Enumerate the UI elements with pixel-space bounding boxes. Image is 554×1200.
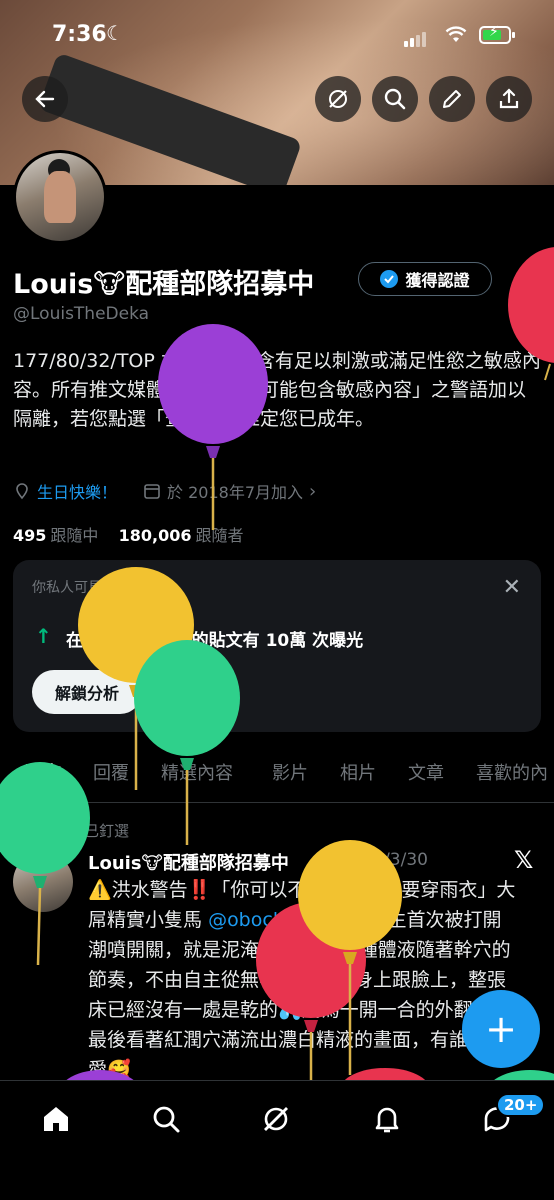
nav-grok[interactable] (258, 1101, 294, 1137)
x-logo-icon: 𝕏 (514, 846, 534, 874)
share-icon (499, 88, 519, 109)
unlock-analytics-button[interactable]: 解鎖分析 (32, 670, 142, 714)
search-button[interactable] (372, 76, 418, 122)
bottom-nav (0, 1080, 554, 1200)
edit-pencil-icon (443, 90, 461, 108)
pinned-label: 已釘選 (84, 822, 130, 840)
post-author[interactable]: Louis🐮配種部隊招募中 (88, 849, 289, 875)
moon-icon: ☾ (106, 21, 124, 45)
pin-icon (61, 823, 75, 838)
tab-likes[interactable]: 喜歡的內 (476, 759, 548, 785)
nav-search[interactable] (148, 1101, 184, 1137)
impressions-text: 在過去 7 天內你的貼文有 10萬 次曝光 (66, 631, 364, 651)
follow-counts: 495 跟隨中 180,006 跟隨者 (13, 522, 244, 546)
tab-articles[interactable]: 文章 (408, 759, 444, 785)
search-icon (384, 88, 406, 110)
post-mention[interactable]: @obock_bot (208, 909, 324, 931)
profile-name: Louis🐮配種部隊招募中 (13, 269, 315, 300)
post-text-end: 記錄人生首次被打開潮噴開關，就是泥淹成災☔️，各種體液隨著幹穴的節奏，不由自主從… (88, 909, 511, 1081)
tab-photos[interactable]: 相片 (340, 759, 376, 785)
verify-label: 獲得認證 (405, 271, 470, 290)
card-title: 你私人可見 (32, 580, 102, 596)
followers-label: 跟隨者 (195, 526, 244, 545)
arrow-up-icon: ↑ (35, 624, 52, 648)
verified-badge-icon (380, 270, 399, 288)
joined-date: 於 2018年7月加入 (167, 483, 304, 502)
chevron-right-icon[interactable]: › (309, 481, 316, 502)
grok-icon (264, 1107, 288, 1131)
profile-handle: @LouisTheDeka (13, 304, 150, 324)
post-avatar[interactable] (13, 852, 73, 912)
wifi-icon (445, 26, 467, 42)
location-pin-icon (16, 483, 28, 500)
analytics-card: 你私人可見 ✕ ↑ 在過去 7 天內你的貼文有 10萬 次曝光 解鎖分析 (13, 560, 541, 732)
tab-replies[interactable]: 回覆 (93, 759, 129, 785)
status-bar: 7:36 ☾ ⚡ (0, 0, 554, 74)
home-icon (44, 1107, 68, 1131)
back-button[interactable] (22, 76, 68, 122)
profile-meta: 生日快樂！ 於 2018年7月加入 › (13, 479, 316, 503)
grok-button[interactable] (315, 76, 361, 122)
following-label: 跟隨中 (50, 526, 99, 545)
signal-icon (404, 28, 428, 47)
bell-icon (375, 1107, 399, 1133)
share-button[interactable] (486, 76, 532, 122)
close-icon[interactable]: ✕ (503, 575, 521, 600)
followers-link[interactable]: 180,006 跟隨者 (119, 526, 244, 545)
post-date[interactable]: · 2025/3/30 (330, 850, 428, 870)
nav-home[interactable] (38, 1101, 74, 1137)
following-count: 495 (13, 526, 47, 545)
tab-videos[interactable]: 影片 (272, 759, 308, 785)
plus-icon: + (485, 1007, 517, 1051)
post-text[interactable]: ⚠️洪水警告‼️「你可以不戴套，但是要穿雨衣」大屌精實小隻馬 @obock_bo… (88, 875, 518, 1085)
birthday-link[interactable]: 生日快樂！ (37, 479, 117, 503)
tab-posts[interactable]: 貼文 (25, 759, 61, 785)
calendar-icon (144, 484, 160, 499)
search-icon (153, 1106, 180, 1133)
battery-icon: ⚡ (479, 24, 515, 44)
profile-tabs: 貼文 回覆 精選內容 影片 相片 文章 喜歡的內 (0, 748, 554, 803)
following-link[interactable]: 495 跟隨中 (13, 526, 98, 545)
compose-post-button[interactable]: + (462, 990, 540, 1068)
active-tab-indicator (22, 798, 74, 802)
nav-notifications[interactable] (369, 1101, 405, 1137)
edit-button[interactable] (429, 76, 475, 122)
back-arrow-icon (35, 90, 55, 108)
grok-icon (329, 90, 347, 108)
profile-avatar[interactable] (13, 150, 107, 244)
profile-bio: 177/80/32/TOP 本帳號可能含有足以刺激或滿足性慾之敏感內容。所有推文… (13, 350, 541, 430)
pinned-indicator: 已釘選 (60, 820, 129, 841)
get-verified-button[interactable]: 獲得認證 (358, 262, 492, 296)
followers-count: 180,006 (118, 526, 192, 545)
messages-badge: 20+ (496, 1093, 546, 1117)
status-time: 7:36 (52, 22, 107, 47)
tab-highlights[interactable]: 精選內容 (161, 759, 233, 785)
